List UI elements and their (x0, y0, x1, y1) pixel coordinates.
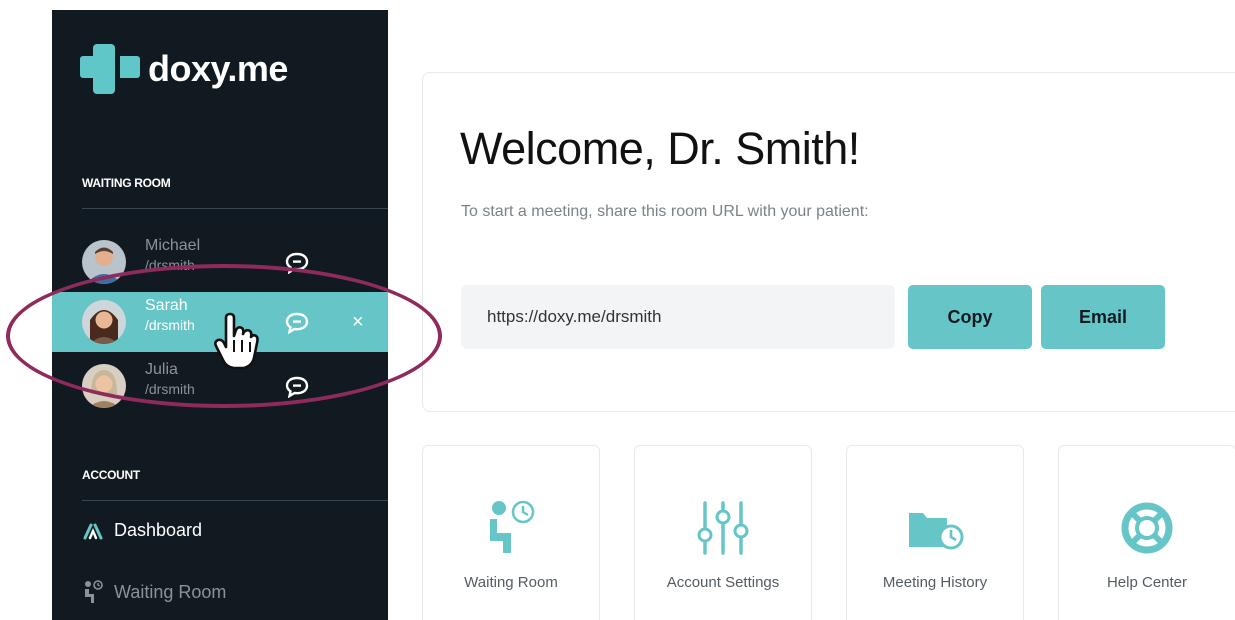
folder-clock-icon (905, 498, 965, 558)
page-title: Welcome, Dr. Smith! (460, 123, 860, 174)
email-button[interactable]: Email (1041, 285, 1165, 349)
sidebar: doxy.me WAITING ROOM Michael /drsmith Sa… (52, 10, 388, 620)
copy-button[interactable]: Copy (908, 285, 1032, 349)
room-url-field[interactable]: https://doxy.me/drsmith (461, 285, 895, 349)
tile-label: Help Center (1106, 574, 1188, 591)
welcome-subtitle: To start a meeting, share this room URL … (461, 203, 869, 220)
waiting-room-section-title: WAITING ROOM (82, 176, 171, 190)
avatar (82, 300, 126, 344)
tile-label: Waiting Room (464, 574, 558, 591)
nav-label: Dashboard (114, 520, 203, 540)
sliders-icon (693, 498, 753, 558)
chat-icon[interactable] (285, 376, 309, 398)
waiting-patient-sarah[interactable]: Sarah /drsmith × (52, 292, 388, 352)
avatar (82, 364, 126, 408)
logo[interactable]: doxy.me (80, 44, 288, 94)
section-divider (82, 500, 388, 501)
gauge-icon (83, 523, 103, 539)
nav-item-dashboard[interactable]: Dashboard (82, 520, 202, 541)
tile-meeting-history[interactable]: Meeting History (846, 445, 1024, 620)
patient-name: Sarah (145, 297, 188, 314)
app-screen: doxy.me WAITING ROOM Michael /drsmith Sa… (0, 0, 1235, 620)
logo-mark-icon (80, 44, 142, 94)
tile-waiting-room[interactable]: Waiting Room (422, 445, 600, 620)
patient-room: /drsmith (145, 257, 195, 273)
nav-label: Waiting Room (114, 581, 227, 602)
welcome-card: Welcome, Dr. Smith! To start a meeting, … (422, 72, 1235, 412)
remove-patient-close-icon[interactable]: × (352, 312, 364, 332)
section-divider (82, 208, 388, 209)
waiting-room-icon (85, 580, 103, 603)
avatar (82, 240, 126, 284)
chat-icon[interactable] (285, 312, 309, 334)
tile-account-settings[interactable]: Account Settings (634, 445, 812, 620)
patient-room: /drsmith (145, 381, 195, 397)
patient-name: Julia (145, 361, 178, 378)
patient-room: /drsmith (145, 317, 195, 333)
tile-label: Meeting History (882, 574, 988, 591)
chat-icon[interactable] (285, 252, 309, 274)
waiting-patient-julia[interactable]: Julia /drsmith (52, 356, 388, 416)
patient-name: Michael (145, 237, 201, 254)
waiting-patient-michael[interactable]: Michael /drsmith (52, 232, 388, 292)
lifebuoy-icon (1117, 498, 1177, 558)
tile-help-center[interactable]: Help Center (1058, 445, 1235, 620)
logo-text: doxy.me (148, 48, 288, 89)
waiting-room-icon (481, 498, 541, 558)
tile-label: Account Settings (666, 574, 780, 591)
account-section-title: ACCOUNT (82, 468, 140, 482)
nav-item-waiting-room[interactable]: Waiting Room (82, 580, 226, 604)
